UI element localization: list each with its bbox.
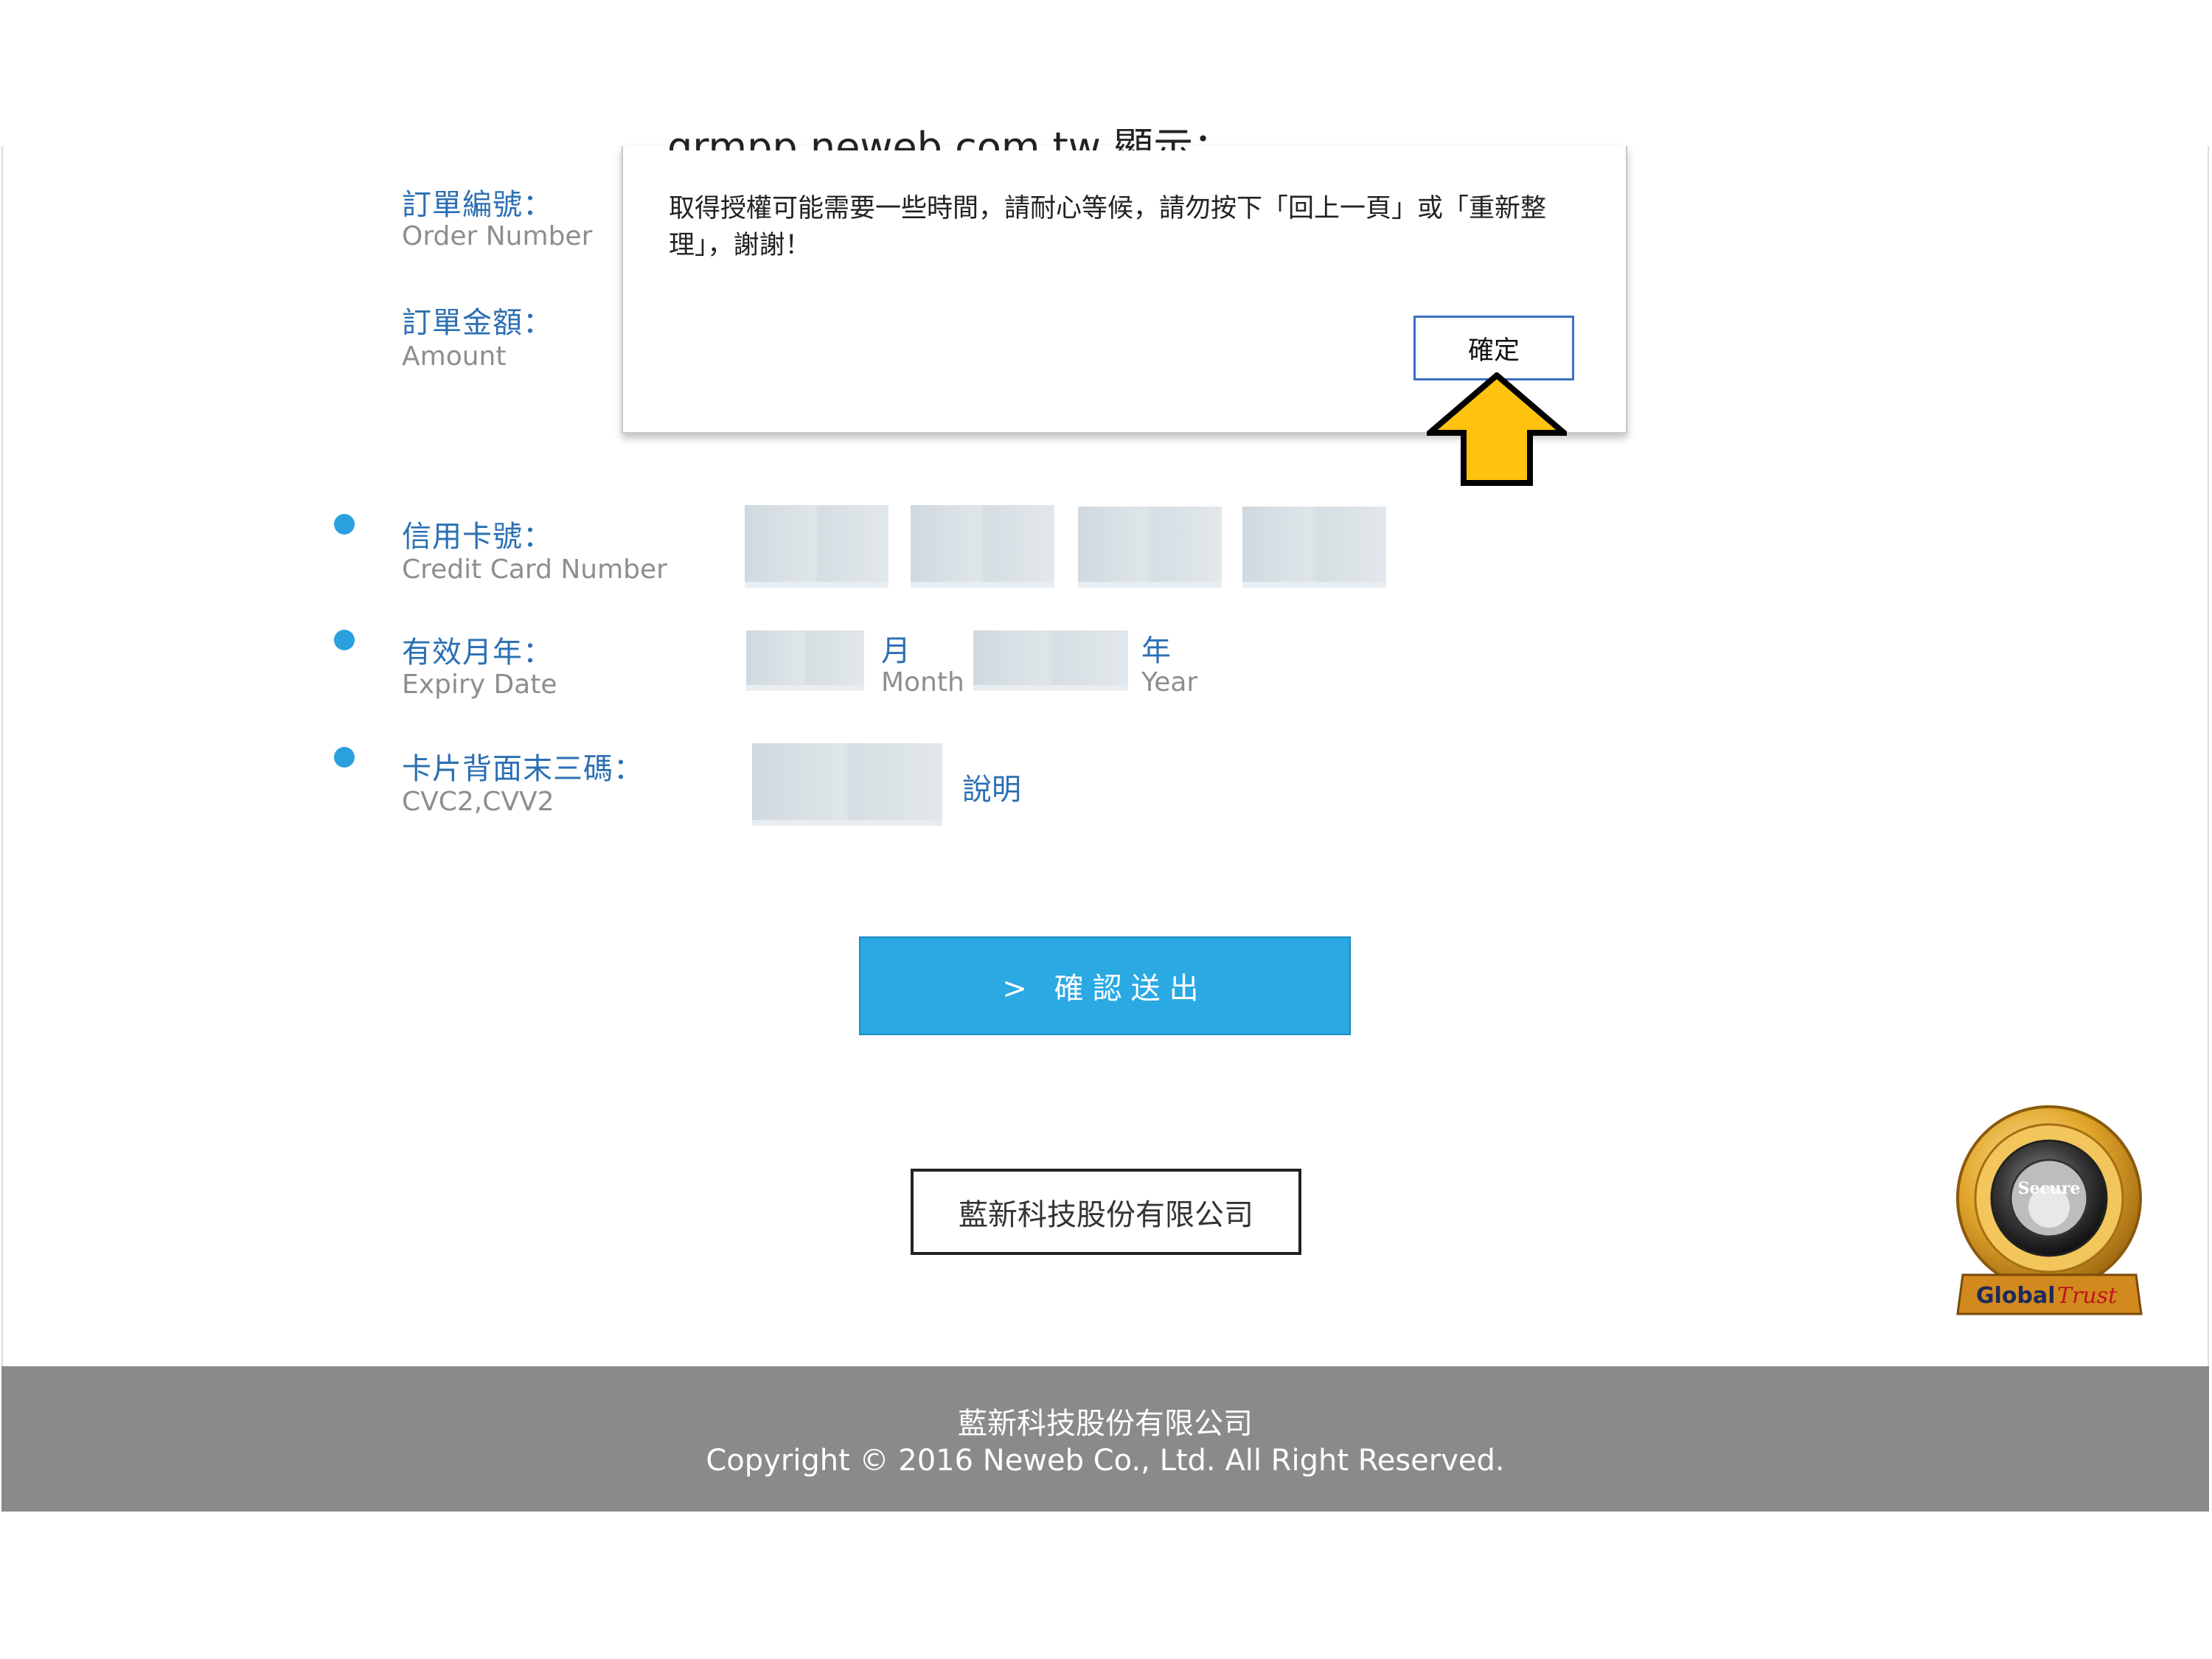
cvc-bullet — [334, 747, 355, 768]
company-name-box: 藍新科技股份有限公司 — [911, 1169, 1301, 1255]
expiry-year-input[interactable] — [973, 630, 1128, 691]
card-number-label: 信用卡號： — [402, 520, 553, 554]
footer-copyright: Copyright © 2016 Neweb Co., Ltd. All Rig… — [706, 1444, 1505, 1478]
cvc-label: 卡片背面末三碼： — [402, 752, 644, 786]
pointer-arrow-icon — [1427, 372, 1567, 486]
card-number-input-2[interactable] — [911, 505, 1054, 588]
page-footer: 藍新科技股份有限公司 Copyright © 2016 Neweb Co., L… — [1, 1366, 2209, 1512]
badge-brand-right: Trust — [2057, 1283, 2118, 1309]
order-number-label: 訂單編號： — [402, 188, 553, 222]
badge-brand-left: Global — [1976, 1283, 2056, 1309]
dialog-ok-button[interactable]: 確定 — [1413, 316, 1574, 380]
year-unit-label: 年 — [1141, 634, 1171, 668]
year-unit-label-en: Year — [1141, 667, 1198, 698]
month-unit-label: 月 — [881, 634, 911, 668]
card-number-input-1[interactable] — [745, 505, 888, 588]
expiry-label: 有效月年： — [402, 636, 553, 669]
dialog-message: 取得授權可能需要一些時間，請耐心等候，請勿按下「回上一頁」或「重新整理」，謝謝！ — [669, 194, 1547, 260]
badge-secure-text: Secure — [2018, 1179, 2081, 1198]
month-unit-label-en: Month — [881, 667, 964, 698]
card-number-bullet — [334, 514, 355, 535]
expiry-bullet — [334, 630, 355, 650]
cvc-input[interactable] — [752, 743, 942, 826]
confirm-submit-button[interactable]: > 確認送出 — [859, 936, 1351, 1035]
footer-company: 藍新科技股份有限公司 — [958, 1407, 1253, 1441]
card-number-input-4[interactable] — [1242, 507, 1386, 588]
expiry-label-en: Expiry Date — [402, 669, 557, 700]
card-number-label-en: Credit Card Number — [402, 554, 667, 585]
cvc-help-link[interactable]: 說明 — [962, 765, 1021, 808]
order-number-label-en: Order Number — [402, 221, 593, 251]
global-trust-secure-seal-icon: Secure Global Trust — [1956, 1105, 2143, 1315]
dialog-host-text: qrmpp.neweb.com.tw 顯示： — [667, 124, 1234, 150]
card-number-input-3[interactable] — [1078, 507, 1222, 588]
cvc-label-en: CVC2,CVV2 — [402, 787, 554, 817]
order-amount-label-en: Amount — [402, 341, 507, 372]
expiry-month-input[interactable] — [746, 630, 864, 691]
order-amount-label: 訂單金額： — [402, 306, 553, 340]
screenshot-canvas: 訂單編號： Order Number 訂單金額： Amount 信用卡號： Cr… — [0, 0, 2212, 1659]
